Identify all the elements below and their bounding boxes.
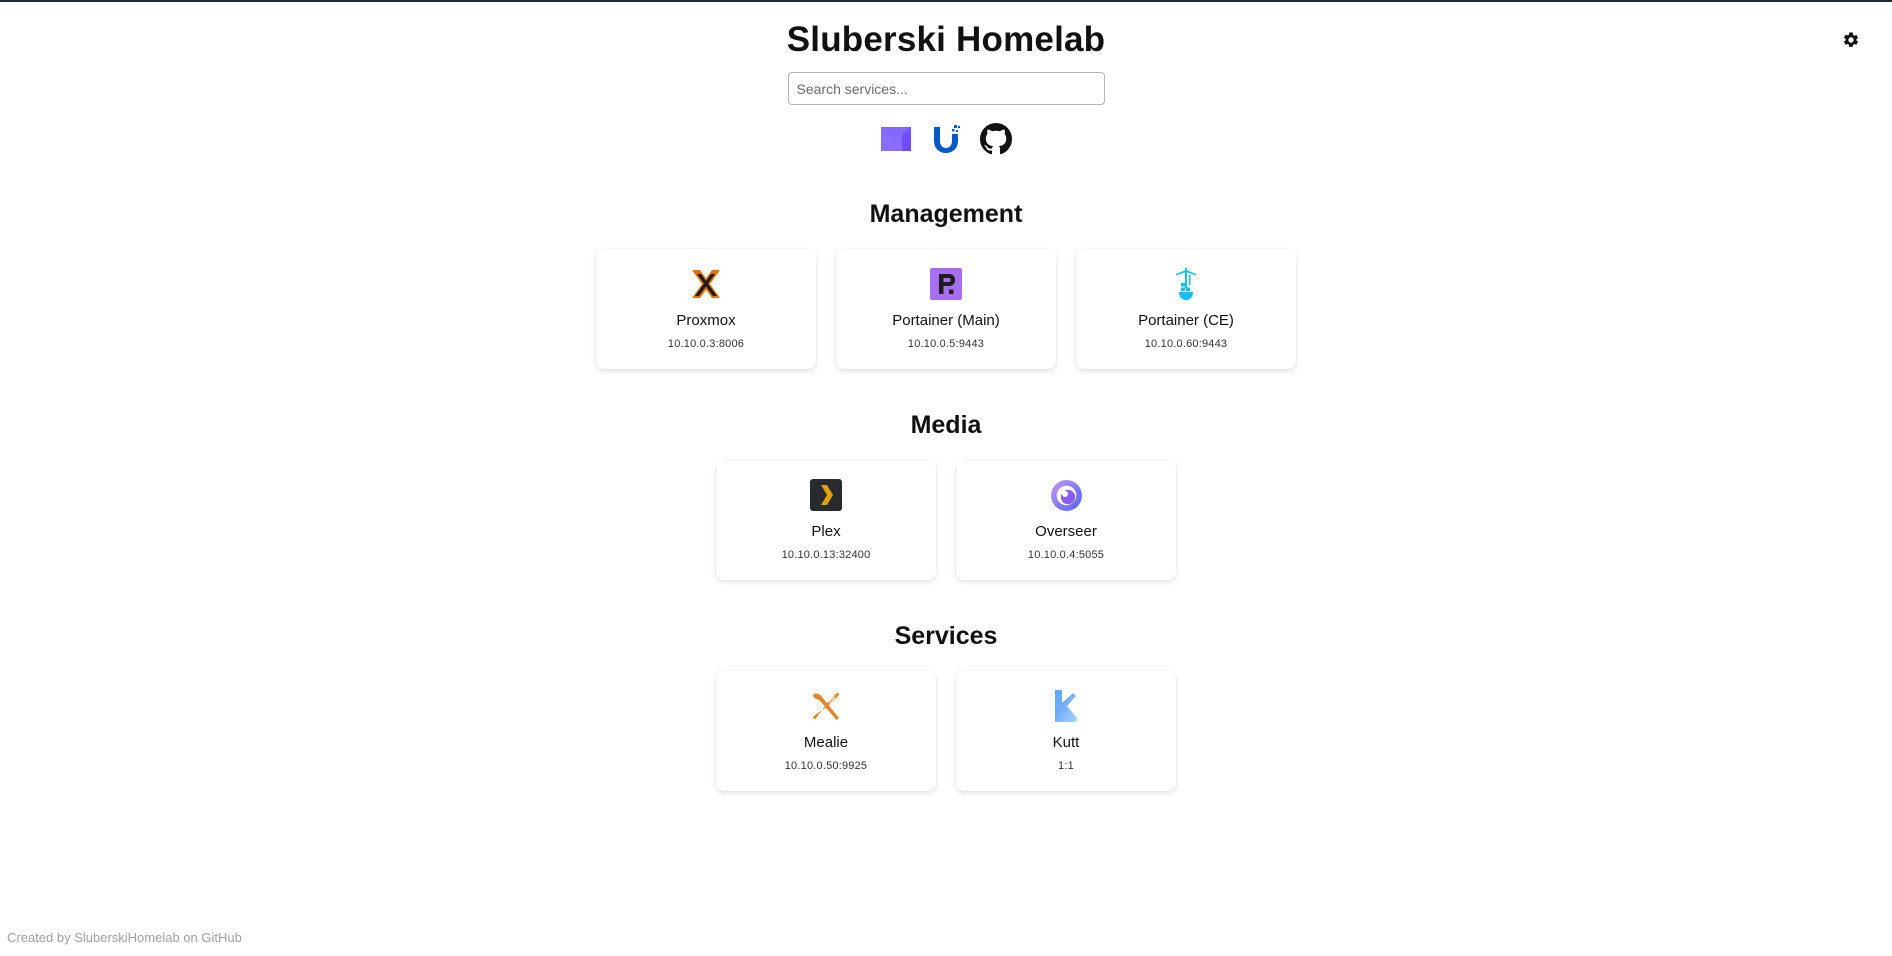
service-address: 1:1 bbox=[1058, 760, 1074, 772]
service-address: 10.10.0.60:9443 bbox=[1144, 338, 1228, 350]
proxmox-icon bbox=[689, 267, 723, 301]
quicklinks-bar bbox=[0, 122, 1892, 156]
section-media: Media Plex 10.10.0.13:32400 Overseer 10.… bbox=[0, 411, 1892, 580]
service-name: Plex bbox=[811, 523, 841, 540]
kutt-icon bbox=[1049, 689, 1083, 723]
footer-credit[interactable]: Created by SluberskiHomelab on GitHub bbox=[7, 930, 242, 945]
service-card-proxmox[interactable]: Proxmox 10.10.0.3:8006 bbox=[596, 249, 816, 369]
service-address: 10.10.0.3:8006 bbox=[667, 338, 745, 350]
settings-gear-icon[interactable] bbox=[1842, 31, 1860, 49]
section-title: Services bbox=[894, 622, 998, 650]
section-management: Management Proxmox 10.10.0.3:8006 Portai… bbox=[0, 200, 1892, 369]
plex-icon bbox=[809, 478, 843, 512]
card-grid: Proxmox 10.10.0.3:8006 Portainer (Main) … bbox=[0, 249, 1892, 369]
service-card-kutt[interactable]: Kutt 1:1 bbox=[956, 671, 1176, 791]
header: Sluberski Homelab bbox=[0, 2, 1892, 72]
card-grid: Plex 10.10.0.13:32400 Overseer 10.10.0.4… bbox=[0, 460, 1892, 580]
portainer-ce-icon bbox=[1169, 267, 1203, 301]
unifi-icon[interactable] bbox=[929, 122, 963, 156]
section-title: Management bbox=[869, 200, 1023, 228]
service-card-overseer[interactable]: Overseer 10.10.0.4:5055 bbox=[956, 460, 1176, 580]
service-name: Portainer (Main) bbox=[892, 312, 1000, 329]
service-address: 10.10.0.50:9925 bbox=[784, 760, 868, 772]
search-container bbox=[0, 72, 1892, 105]
service-card-mealie[interactable]: Mealie 10.10.0.50:9925 bbox=[716, 671, 936, 791]
service-address: 10.10.0.5:9443 bbox=[907, 338, 985, 350]
proton-mail-icon[interactable] bbox=[879, 122, 913, 156]
service-name: Proxmox bbox=[676, 312, 736, 329]
overseerr-icon bbox=[1049, 478, 1083, 512]
service-name: Kutt bbox=[1052, 734, 1080, 751]
service-name: Mealie bbox=[803, 734, 849, 751]
section-services: Services Mealie 10.10.0.50:9925 Kutt 1:1 bbox=[0, 622, 1892, 791]
page-title: Sluberski Homelab bbox=[786, 20, 1106, 59]
search-input[interactable] bbox=[787, 72, 1105, 105]
github-icon[interactable] bbox=[979, 122, 1013, 156]
service-name: Overseer bbox=[1035, 523, 1097, 540]
section-title: Media bbox=[910, 411, 982, 439]
service-card-plex[interactable]: Plex 10.10.0.13:32400 bbox=[716, 460, 936, 580]
mealie-icon bbox=[809, 689, 843, 723]
service-name: Portainer (CE) bbox=[1138, 312, 1234, 329]
service-card-portainer-main[interactable]: Portainer (Main) 10.10.0.5:9443 bbox=[836, 249, 1056, 369]
service-card-portainer-ce[interactable]: Portainer (CE) 10.10.0.60:9443 bbox=[1076, 249, 1296, 369]
portainer-business-icon bbox=[929, 267, 963, 301]
service-address: 10.10.0.13:32400 bbox=[781, 549, 871, 561]
service-address: 10.10.0.4:5055 bbox=[1027, 549, 1105, 561]
card-grid: Mealie 10.10.0.50:9925 Kutt 1:1 bbox=[0, 671, 1892, 791]
